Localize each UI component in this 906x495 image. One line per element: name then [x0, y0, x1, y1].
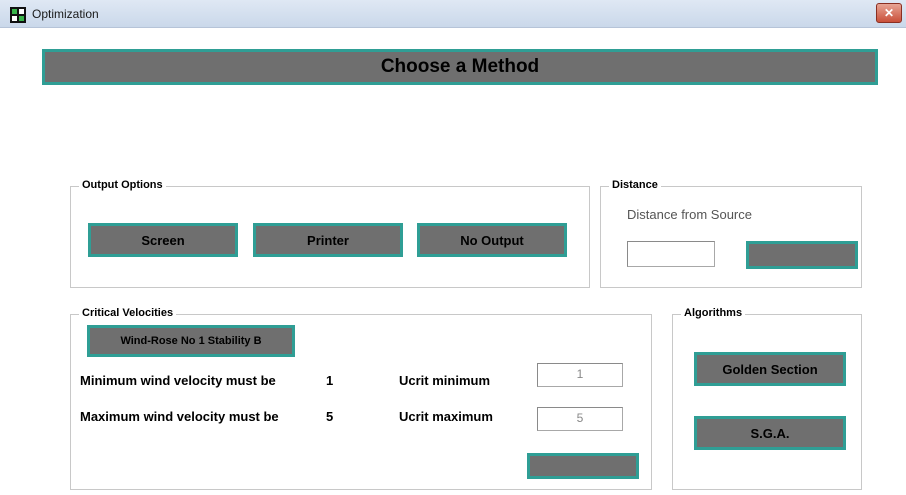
- output-options-group: Output Options Screen Printer No Output: [70, 179, 590, 288]
- ucrit-max-input[interactable]: 5: [537, 407, 623, 431]
- ucrit-min-label: Ucrit minimum: [399, 373, 491, 388]
- output-options-legend: Output Options: [79, 179, 166, 191]
- screen-button[interactable]: Screen: [88, 223, 238, 257]
- method-heading-label: Choose a Method: [380, 56, 540, 77]
- critical-velocities-group: Critical Velocities Wind-Rose No 1 Stabi…: [70, 307, 652, 490]
- window-title: Optimization: [32, 7, 99, 21]
- app-icon: [10, 7, 26, 23]
- max-velocity-text: Maximum wind velocity must be: [80, 409, 279, 424]
- distance-from-source-label: Distance from Source: [627, 207, 752, 222]
- distance-legend: Distance: [609, 179, 661, 191]
- method-heading: Choose a Method: [42, 49, 878, 85]
- velocity-apply-button[interactable]: [527, 453, 639, 479]
- distance-group: Distance Distance from Source: [600, 179, 862, 288]
- close-icon[interactable]: ✕: [876, 3, 902, 23]
- ucrit-min-input[interactable]: 1: [537, 363, 623, 387]
- min-velocity-value: 1: [326, 373, 334, 388]
- ucrit-max-label: Ucrit maximum: [399, 409, 493, 424]
- golden-section-button[interactable]: Golden Section: [694, 352, 846, 386]
- window-titlebar: Optimization ✕: [0, 0, 906, 28]
- distance-input[interactable]: [627, 241, 715, 267]
- distance-apply-button[interactable]: [746, 241, 858, 269]
- no-output-button[interactable]: No Output: [417, 223, 567, 257]
- max-velocity-value: 5: [326, 409, 334, 424]
- algorithms-group: Algorithms Golden Section S.G.A.: [672, 307, 862, 490]
- algorithms-legend: Algorithms: [681, 307, 746, 319]
- windrose-button[interactable]: Wind-Rose No 1 Stability B: [87, 325, 295, 357]
- critical-velocities-legend: Critical Velocities: [79, 307, 177, 319]
- sga-button[interactable]: S.G.A.: [694, 416, 846, 450]
- min-velocity-text: Minimum wind velocity must be: [80, 373, 276, 388]
- printer-button[interactable]: Printer: [253, 223, 403, 257]
